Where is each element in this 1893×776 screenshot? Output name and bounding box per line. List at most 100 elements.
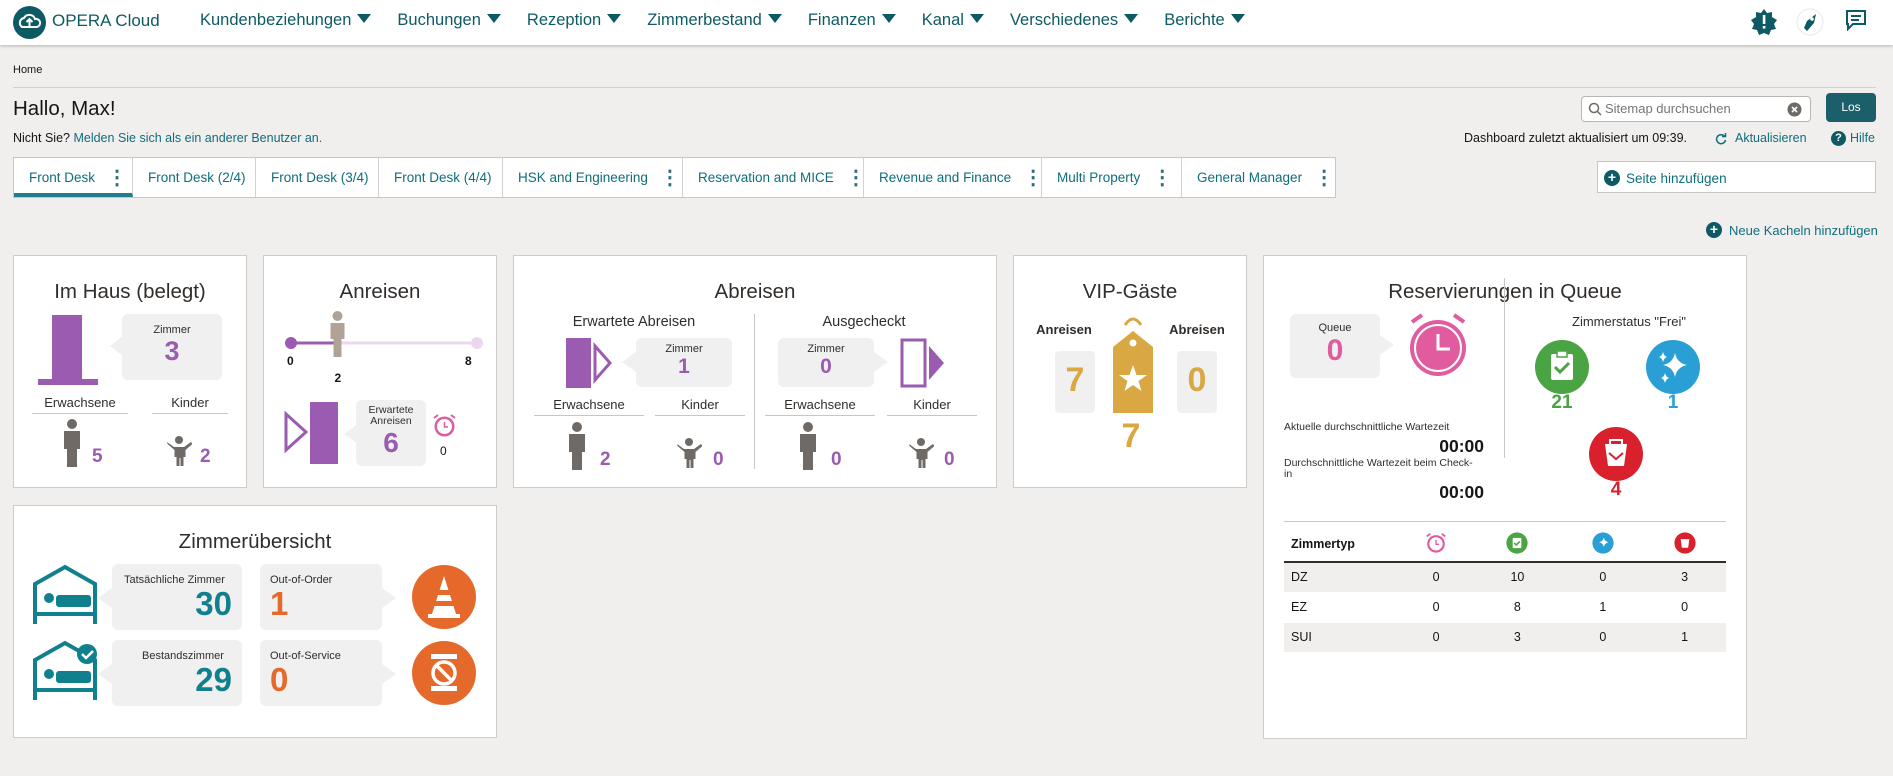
app-brand[interactable]: OPERA Cloud bbox=[52, 11, 160, 31]
nav-kundenbeziehungen[interactable]: Kundenbeziehungen bbox=[200, 11, 372, 30]
children-value: 2 bbox=[200, 446, 211, 467]
checked-adults-value: 0 bbox=[831, 449, 842, 470]
child-icon bbox=[167, 436, 192, 466]
departure-door-icon bbox=[566, 338, 612, 388]
chevron-down-icon bbox=[486, 14, 501, 23]
breadcrumb[interactable]: Home bbox=[13, 64, 42, 76]
children-label: Kinder bbox=[171, 395, 209, 410]
avg-wait-value: 00:00 bbox=[1439, 436, 1484, 456]
inspected-value: 21 bbox=[1551, 392, 1573, 413]
divider bbox=[13, 87, 1876, 88]
vip-departures-label: Abreisen bbox=[1169, 322, 1225, 337]
queue-bubble: Queue 0 bbox=[1290, 314, 1380, 378]
search-icon bbox=[1588, 102, 1602, 121]
dashboard-tabs: Front Desk ⋮ Front Desk (2/4) Front Desk … bbox=[13, 157, 1336, 198]
late-arrivals-value: 0 bbox=[440, 444, 447, 458]
chevron-down-icon bbox=[607, 14, 622, 23]
chevron-down-icon bbox=[1124, 14, 1139, 23]
nav-buchungen[interactable]: Buchungen bbox=[397, 11, 501, 30]
departures-card[interactable]: Abreisen Erwartete Abreisen Ausgecheckt … bbox=[513, 255, 997, 488]
bed-icon bbox=[33, 564, 97, 624]
table-row: EZ 0 8 1 0 bbox=[1284, 592, 1726, 623]
add-icon[interactable]: + bbox=[1706, 222, 1722, 238]
tab-front-desk[interactable]: Front Desk ⋮ bbox=[14, 158, 133, 197]
vip-arrivals-label: Anreisen bbox=[1036, 322, 1092, 337]
vip-guests-card[interactable]: VIP-Gäste Anreisen Abreisen 7 0 7 bbox=[1013, 255, 1247, 488]
rocket-icon[interactable] bbox=[1796, 8, 1824, 41]
progress-current: 2 bbox=[334, 371, 342, 385]
opera-cloud-logo-icon[interactable] bbox=[13, 6, 46, 39]
search-go-button[interactable]: Los bbox=[1826, 93, 1876, 122]
nav-kanal[interactable]: Kanal bbox=[922, 11, 984, 30]
nav-berichte[interactable]: Berichte bbox=[1164, 11, 1245, 30]
tab-hsk-engineering[interactable]: HSK and Engineering ⋮ bbox=[503, 158, 683, 197]
help-icon[interactable]: ? bbox=[1831, 131, 1846, 146]
expected-arrivals-value: 6 bbox=[383, 427, 399, 458]
tab-front-desk-2[interactable]: Front Desk (2/4) bbox=[133, 158, 256, 197]
nav-verschiedenes[interactable]: Verschiedenes bbox=[1010, 11, 1139, 30]
sitemap-search-box bbox=[1581, 96, 1811, 122]
in-house-card[interactable]: Im Haus (belegt) Zimmer 3 Erwachsene Kin… bbox=[13, 255, 247, 488]
checkout-door-icon bbox=[900, 338, 944, 388]
card-title: Im Haus (belegt) bbox=[54, 280, 206, 303]
card-title: Anreisen bbox=[339, 280, 421, 303]
tab-revenue-finance[interactable]: Revenue and Finance ⋮ bbox=[864, 158, 1043, 197]
chevron-down-icon bbox=[881, 14, 896, 23]
more-icon[interactable]: ⋮ bbox=[1023, 168, 1043, 188]
more-icon[interactable]: ⋮ bbox=[107, 168, 127, 188]
alert-badge-icon[interactable] bbox=[1750, 8, 1778, 41]
add-page-button[interactable]: + Seite hinzufügen bbox=[1597, 161, 1876, 193]
out-of-service-icon bbox=[412, 641, 476, 705]
adult-icon bbox=[64, 419, 80, 467]
more-icon[interactable]: ⋮ bbox=[660, 168, 680, 188]
nav-rezeption[interactable]: Rezeption bbox=[527, 11, 622, 30]
more-icon[interactable]: ⋮ bbox=[1314, 168, 1334, 188]
arrivals-card[interactable]: Anreisen 0 8 2 Erwartete Anreisen 6 0 bbox=[263, 255, 497, 488]
tab-front-desk-4[interactable]: Front Desk (4/4) bbox=[379, 158, 503, 197]
expected-children-value: 0 bbox=[713, 449, 724, 470]
refresh-icon[interactable] bbox=[1715, 132, 1727, 150]
dirty-col-icon bbox=[1643, 527, 1726, 563]
room-overview-card[interactable]: Zimmerübersicht Tatsächliche Zimmer 30 B… bbox=[13, 505, 497, 738]
out-of-order-value: 1 bbox=[270, 585, 289, 622]
sitemap-search-input[interactable] bbox=[1605, 101, 1780, 116]
chevron-down-icon bbox=[969, 14, 984, 23]
adult-icon bbox=[800, 422, 816, 470]
chevron-down-icon bbox=[357, 14, 372, 23]
help-link[interactable]: Hilfe bbox=[1850, 131, 1875, 145]
room-type-table: Zimmertyp DZ 0 10 0 3 EZ 0 8 1 0 SUI 0 3 0 1 bbox=[1284, 527, 1726, 653]
not-you-text: Nicht Sie? bbox=[13, 131, 70, 145]
tab-general-manager[interactable]: General Manager ⋮ bbox=[1182, 158, 1335, 197]
adults-label: Erwachsene bbox=[44, 395, 116, 410]
checked-rooms-bubble: Zimmer 0 bbox=[778, 338, 874, 387]
refresh-link[interactable]: Aktualisieren bbox=[1735, 131, 1807, 145]
tab-multi-property[interactable]: Multi Property ⋮ bbox=[1042, 158, 1182, 197]
messages-icon[interactable] bbox=[1845, 9, 1867, 36]
expected-rooms-value: 1 bbox=[678, 355, 690, 378]
clear-icon[interactable] bbox=[1787, 102, 1802, 122]
out-of-order-bubble: Out-of-Order 1 bbox=[260, 564, 382, 630]
nav-finanzen[interactable]: Finanzen bbox=[808, 11, 896, 30]
tab-front-desk-3[interactable]: Front Desk (3/4) bbox=[256, 158, 379, 197]
room-type-header: Zimmertyp bbox=[1284, 527, 1400, 563]
children-label: Kinder bbox=[913, 397, 951, 412]
progress-max: 8 bbox=[465, 354, 472, 368]
tab-reservation-mice[interactable]: Reservation and MICE ⋮ bbox=[683, 158, 866, 197]
nav-zimmerbestand[interactable]: Zimmerbestand bbox=[647, 11, 782, 30]
child-icon bbox=[909, 438, 934, 468]
queue-card[interactable]: Reservierungen in Queue Queue 0 Zimmerst… bbox=[1263, 255, 1747, 739]
out-of-service-bubble: Out-of-Service 0 bbox=[260, 640, 382, 706]
switch-user-link[interactable]: Melden Sie sich als ein anderer Benutzer… bbox=[73, 131, 322, 145]
clean-value: 1 bbox=[1667, 392, 1679, 413]
checked-rooms-value: 0 bbox=[820, 355, 832, 378]
child-icon bbox=[677, 438, 702, 468]
card-title: VIP-Gäste bbox=[1082, 280, 1178, 303]
expected-arrivals-bubble: Erwartete Anreisen 6 bbox=[356, 400, 426, 466]
more-icon[interactable]: ⋮ bbox=[1152, 168, 1172, 188]
more-icon[interactable]: ⋮ bbox=[846, 168, 866, 188]
greeting-title: Hallo, Max! bbox=[13, 97, 116, 120]
vip-departures-value: 0 bbox=[1187, 361, 1207, 399]
vip-arrivals-value: 7 bbox=[1065, 361, 1085, 399]
add-tiles-link[interactable]: Neue Kacheln hinzufügen bbox=[1729, 223, 1878, 238]
alarm-clock-icon bbox=[1410, 313, 1466, 376]
